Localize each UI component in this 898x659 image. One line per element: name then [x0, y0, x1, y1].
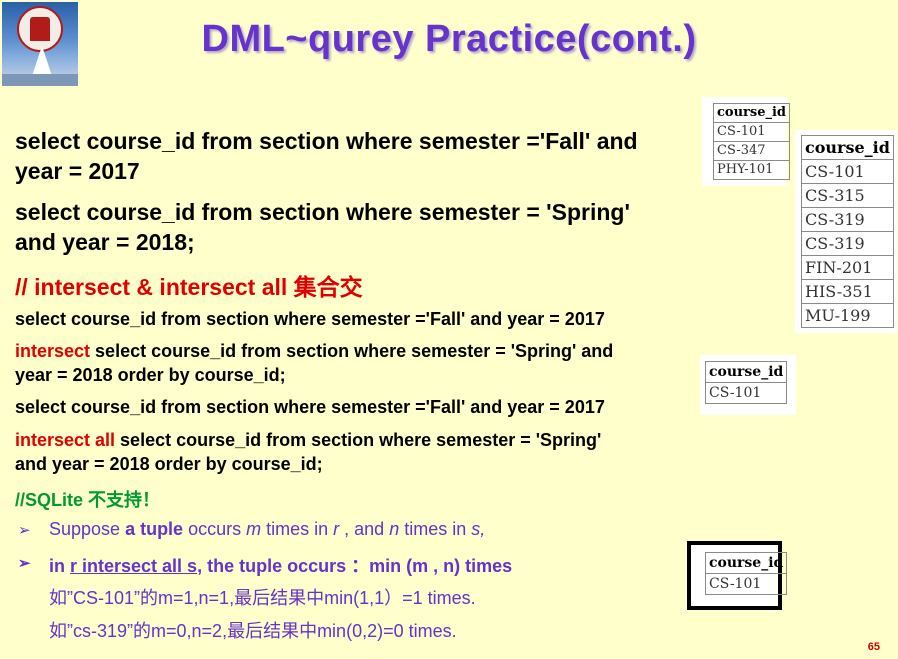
- table-cell: CS-101: [704, 382, 788, 404]
- intersect-all-keyword: intersect all: [15, 430, 116, 450]
- slide-title: DML~qurey Practice(cont.): [201, 18, 697, 60]
- table-cell: CS-319: [801, 231, 894, 256]
- intersect-keyword: intersect: [15, 341, 91, 361]
- query-spring-2018: select course_id from section where seme…: [15, 199, 630, 255]
- result-table-spring: course_id CS-101 CS-315 CS-319 CS-319 FI…: [795, 130, 897, 333]
- table-cell: CS-101: [704, 573, 788, 595]
- table-cell: FIN-201: [801, 255, 894, 280]
- sqlite-note: //SQLite 不支持！: [15, 490, 161, 510]
- table-cell: CS-101: [712, 122, 791, 142]
- table-cell: CS-101: [801, 159, 894, 184]
- table-cell: PHY-101: [712, 160, 791, 180]
- example-cs101: 如”CS-101”的m=1,n=1,最后结果中min(1,1）=1 times.: [49, 588, 476, 608]
- table-cell: CS-315: [801, 183, 894, 208]
- table-cell: CS-347: [712, 141, 791, 161]
- table-cell: CS-319: [801, 207, 894, 232]
- arrow-bullet-icon: ➢: [18, 555, 31, 572]
- table-cell: HIS-351: [801, 279, 894, 304]
- table-cell: MU-199: [801, 303, 894, 328]
- example-cs319: 如”cs-319”的m=0,n=2,最后结果中min(0,2)=0 times.: [49, 621, 457, 641]
- page-number: 65: [867, 641, 880, 653]
- section-heading: // intersect & intersect all 集合交: [15, 274, 363, 300]
- query-fall-2017: select course_id from section where seme…: [15, 128, 638, 184]
- result-table-fall: course_id CS-101 CS-347 PHY-101: [702, 97, 791, 186]
- intersect-all-example: select course_id from section where seme…: [15, 397, 605, 474]
- arrow-bullet-icon: ➢: [18, 522, 31, 539]
- result-table-intersect-all: course_id CS-101: [687, 541, 788, 610]
- intersect-example: select course_id from section where seme…: [15, 309, 614, 385]
- result-table-intersect: course_id CS-101: [700, 355, 796, 415]
